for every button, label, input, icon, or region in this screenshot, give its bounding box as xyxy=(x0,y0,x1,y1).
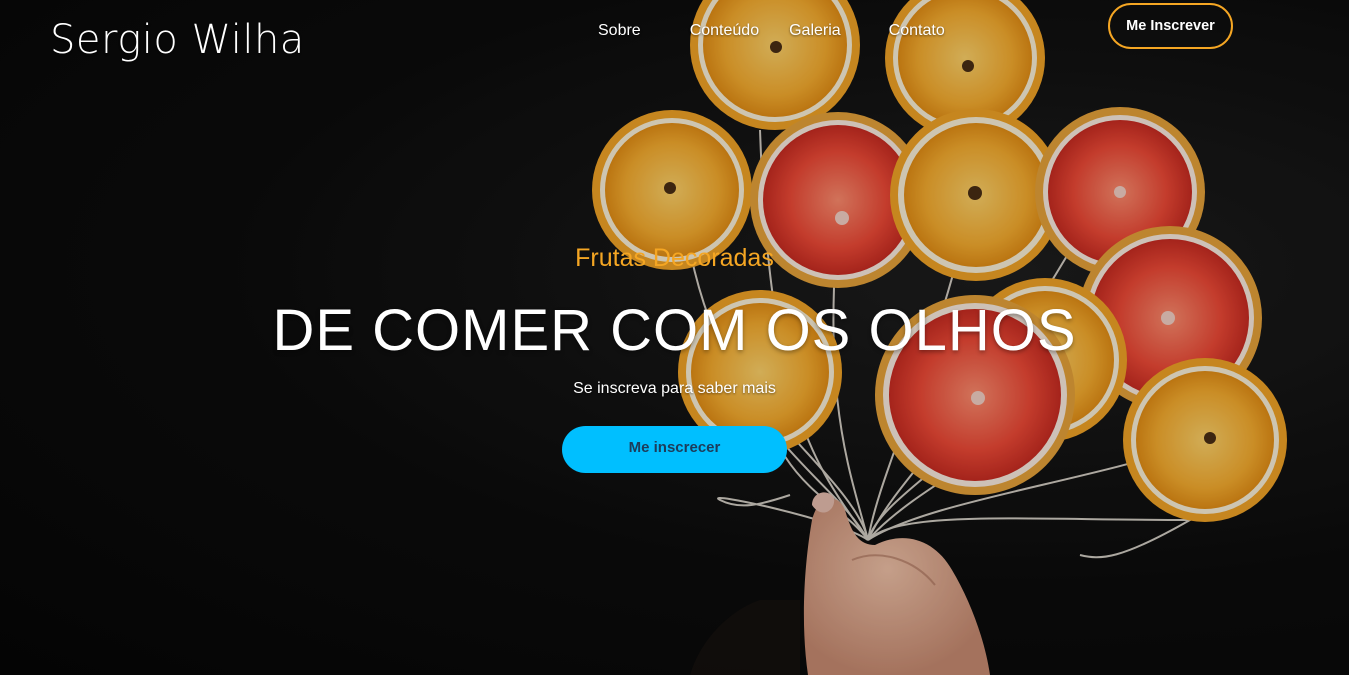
nav-link-sobre[interactable]: Sobre xyxy=(580,19,659,43)
brand-logo[interactable]: Sergio Wilha xyxy=(50,14,305,66)
nav-link-galeria[interactable]: Galeria xyxy=(777,19,859,43)
hero-section: Sergio Wilha Sobre Conteúdo Galeria Cont… xyxy=(0,0,1349,675)
header-signup-button[interactable]: Me Inscrever xyxy=(1108,3,1233,49)
nav-link-contato[interactable]: Contato xyxy=(859,19,963,43)
hero-tagline: Se inscreva para saber mais xyxy=(573,380,776,397)
nav-link-conteudo[interactable]: Conteúdo xyxy=(659,19,777,43)
hero-cta-button[interactable]: Me inscrecer xyxy=(562,426,787,473)
hero-headline: DE COMER COM OS OLHOS xyxy=(272,298,1077,363)
hero-subtitle: Frutas Decoradas xyxy=(575,244,774,272)
main-nav: Sobre Conteúdo Galeria Contato xyxy=(580,19,963,43)
